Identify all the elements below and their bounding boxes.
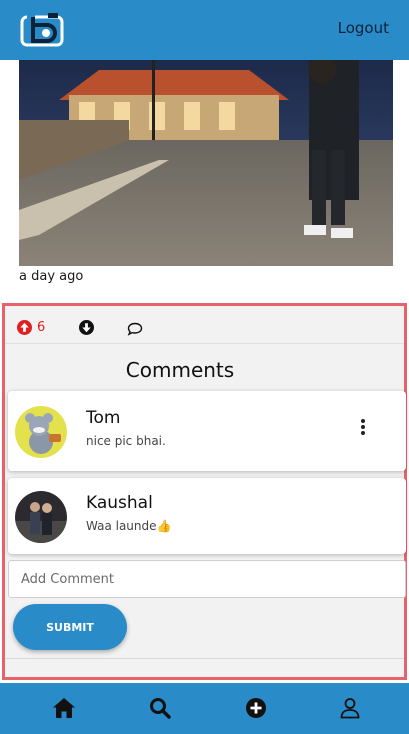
- comment-button[interactable]: [127, 322, 143, 336]
- comments-heading: Comments: [125, 358, 235, 382]
- bottom-nav: [0, 683, 409, 734]
- comment-card: Tom nice pic bhai.: [8, 391, 406, 471]
- nav-search[interactable]: [147, 695, 173, 721]
- submit-button[interactable]: SUBMIT: [13, 604, 127, 650]
- upvote-count: 6: [37, 320, 46, 335]
- profile-icon: [340, 698, 360, 719]
- top-app-bar: Logout: [0, 0, 409, 60]
- more-vert-icon[interactable]: [360, 418, 366, 436]
- upvote-button[interactable]: 6: [17, 320, 45, 335]
- logout-button[interactable]: Logout: [338, 19, 389, 37]
- avatar[interactable]: [15, 406, 67, 458]
- comment-text: nice pic bhai.: [86, 434, 166, 448]
- nav-add[interactable]: [243, 695, 269, 721]
- arrow-down-circle-icon: [79, 320, 94, 335]
- home-icon: [53, 698, 75, 718]
- divider: [5, 658, 404, 659]
- arrow-up-circle-icon: [17, 320, 32, 335]
- add-icon: [246, 698, 266, 718]
- post-photo[interactable]: [19, 60, 393, 266]
- downvote-button[interactable]: [79, 320, 94, 335]
- comment-text: Waa launde👍: [86, 519, 172, 533]
- comments-panel: 6 Comments Tom nice pic bhai. Kaushal Wa…: [2, 303, 407, 680]
- comment-bubble-icon: [127, 322, 143, 336]
- nav-home[interactable]: [51, 695, 77, 721]
- comment-card: Kaushal Waa launde👍: [8, 478, 406, 554]
- add-comment-input[interactable]: [8, 560, 406, 598]
- nav-profile[interactable]: [337, 695, 363, 721]
- avatar[interactable]: [15, 491, 67, 543]
- camera-logo-icon[interactable]: [20, 13, 66, 47]
- post-actions-bar: 6: [5, 306, 404, 344]
- commenter-name[interactable]: Kaushal: [86, 493, 153, 513]
- commenter-name[interactable]: Tom: [86, 408, 120, 428]
- post-timestamp: a day ago: [19, 269, 84, 284]
- search-icon: [150, 698, 171, 719]
